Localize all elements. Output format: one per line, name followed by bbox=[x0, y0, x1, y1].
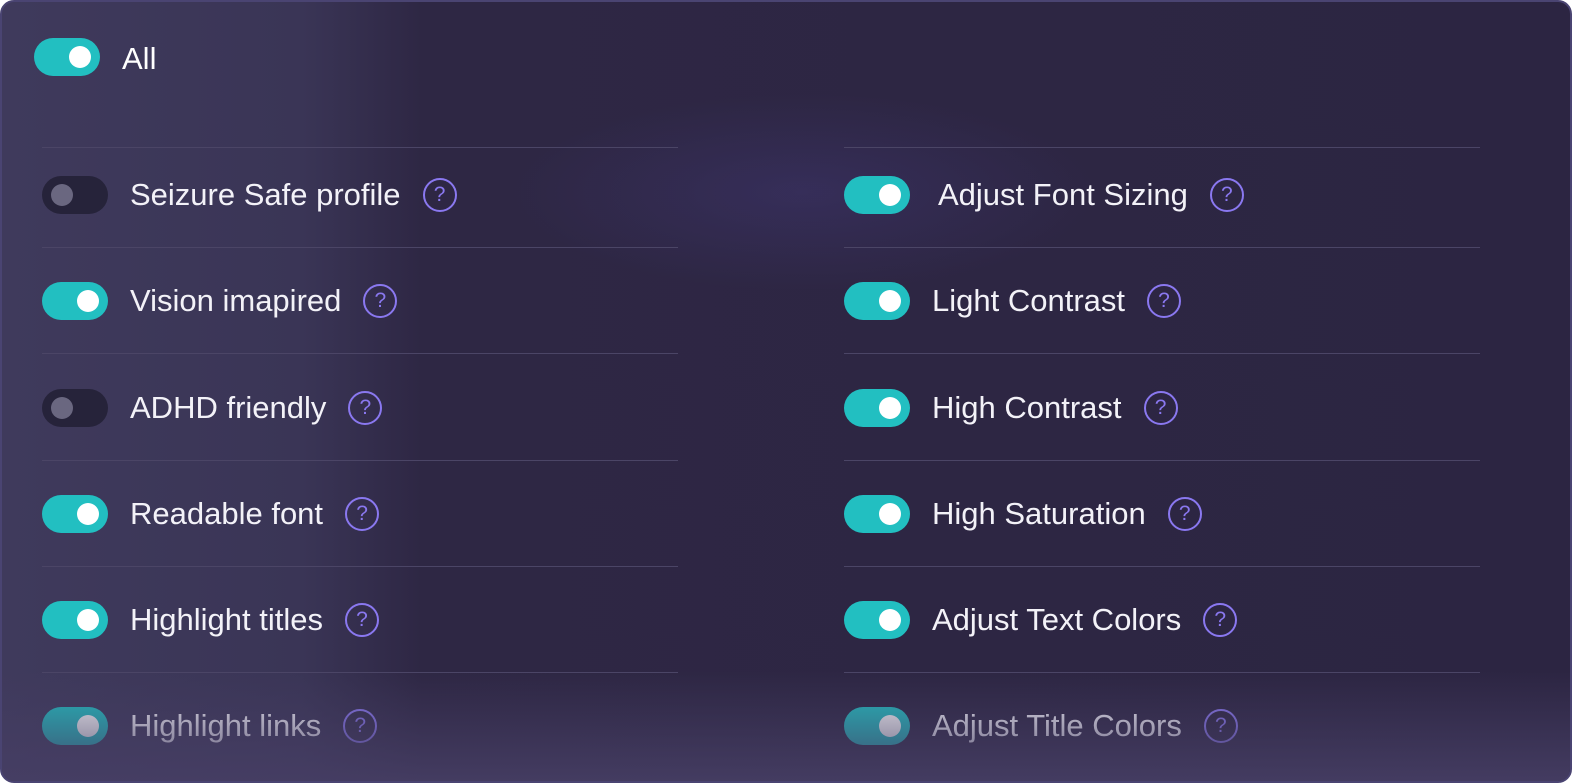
divider bbox=[42, 353, 678, 354]
toggle-knob bbox=[77, 503, 99, 525]
divider bbox=[42, 672, 678, 673]
setting-label: High Saturation bbox=[932, 496, 1146, 531]
seizure-safe-toggle[interactable] bbox=[42, 176, 108, 214]
accessibility-profiles-panel: All Seizure Safe profile ? Vision imapir… bbox=[0, 0, 1572, 783]
help-icon[interactable]: ? bbox=[343, 709, 378, 743]
setting-label: Seizure Safe profile bbox=[130, 177, 401, 212]
help-icon[interactable]: ? bbox=[345, 497, 380, 531]
help-icon[interactable]: ? bbox=[422, 178, 457, 212]
setting-label: ADHD friendly bbox=[130, 390, 327, 425]
setting-label: Adjust Font Sizing bbox=[938, 177, 1188, 212]
adjust-title-colors-toggle[interactable] bbox=[844, 707, 910, 745]
setting-row: Highlight links ? bbox=[42, 707, 378, 745]
toggle-knob bbox=[879, 609, 901, 631]
help-icon[interactable]: ? bbox=[363, 284, 398, 318]
divider bbox=[844, 566, 1480, 567]
setting-row: Vision imapired ? bbox=[42, 282, 398, 320]
toggle-knob bbox=[51, 397, 73, 419]
toggle-knob bbox=[69, 46, 91, 68]
setting-label: Readable font bbox=[130, 496, 324, 531]
divider bbox=[844, 353, 1480, 354]
toggle-knob bbox=[77, 715, 99, 737]
setting-row: Readable font ? bbox=[42, 495, 380, 533]
setting-row: Adjust Font Sizing ? bbox=[844, 176, 1244, 214]
setting-row: Light Contrast ? bbox=[844, 282, 1181, 320]
adjust-text-colors-toggle[interactable] bbox=[844, 601, 910, 639]
toggle-knob bbox=[879, 184, 901, 206]
toggle-knob bbox=[77, 609, 99, 631]
setting-row: High Contrast ? bbox=[844, 389, 1178, 427]
help-icon[interactable]: ? bbox=[1167, 497, 1202, 531]
toggle-knob bbox=[879, 715, 901, 737]
setting-row: Seizure Safe profile ? bbox=[42, 176, 457, 214]
help-icon[interactable]: ? bbox=[344, 603, 379, 637]
setting-row: ADHD friendly ? bbox=[42, 389, 383, 427]
help-icon[interactable]: ? bbox=[1209, 178, 1244, 212]
setting-row: High Saturation ? bbox=[844, 495, 1202, 533]
readable-font-toggle[interactable] bbox=[42, 495, 108, 533]
divider bbox=[844, 247, 1480, 248]
setting-label: Light Contrast bbox=[932, 283, 1125, 318]
high-contrast-toggle[interactable] bbox=[844, 389, 910, 427]
light-contrast-toggle[interactable] bbox=[844, 282, 910, 320]
help-icon[interactable]: ? bbox=[348, 391, 383, 425]
toggle-knob bbox=[879, 290, 901, 312]
setting-label: High Contrast bbox=[932, 390, 1122, 425]
divider bbox=[844, 672, 1480, 673]
divider bbox=[42, 247, 678, 248]
all-toggle[interactable] bbox=[34, 38, 100, 76]
setting-row: Adjust Title Colors ? bbox=[844, 707, 1238, 745]
setting-label: Highlight links bbox=[130, 708, 322, 743]
all-label: All bbox=[122, 41, 157, 76]
setting-label: Adjust Title Colors bbox=[932, 708, 1182, 743]
setting-label: Vision imapired bbox=[130, 283, 342, 318]
high-saturation-toggle[interactable] bbox=[844, 495, 910, 533]
divider bbox=[844, 460, 1480, 461]
help-icon[interactable]: ? bbox=[1203, 603, 1238, 637]
divider bbox=[844, 147, 1480, 148]
divider bbox=[42, 566, 678, 567]
toggle-knob bbox=[879, 503, 901, 525]
adhd-friendly-toggle[interactable] bbox=[42, 389, 108, 427]
toggle-knob bbox=[51, 184, 73, 206]
help-icon[interactable]: ? bbox=[1147, 284, 1181, 318]
highlight-titles-toggle[interactable] bbox=[42, 601, 108, 639]
toggle-knob bbox=[77, 290, 99, 312]
vision-impaired-toggle[interactable] bbox=[42, 282, 108, 320]
divider bbox=[42, 147, 678, 148]
setting-row: Highlight titles ? bbox=[42, 601, 379, 639]
setting-label: Adjust Text Colors bbox=[932, 602, 1182, 637]
divider bbox=[42, 460, 678, 461]
help-icon[interactable]: ? bbox=[1203, 709, 1238, 743]
help-icon[interactable]: ? bbox=[1143, 391, 1178, 425]
adjust-font-sizing-toggle[interactable] bbox=[844, 176, 910, 214]
setting-label: Highlight titles bbox=[130, 602, 323, 637]
highlight-links-toggle[interactable] bbox=[42, 707, 108, 745]
setting-row: Adjust Text Colors ? bbox=[844, 601, 1238, 639]
toggle-knob bbox=[879, 397, 901, 419]
